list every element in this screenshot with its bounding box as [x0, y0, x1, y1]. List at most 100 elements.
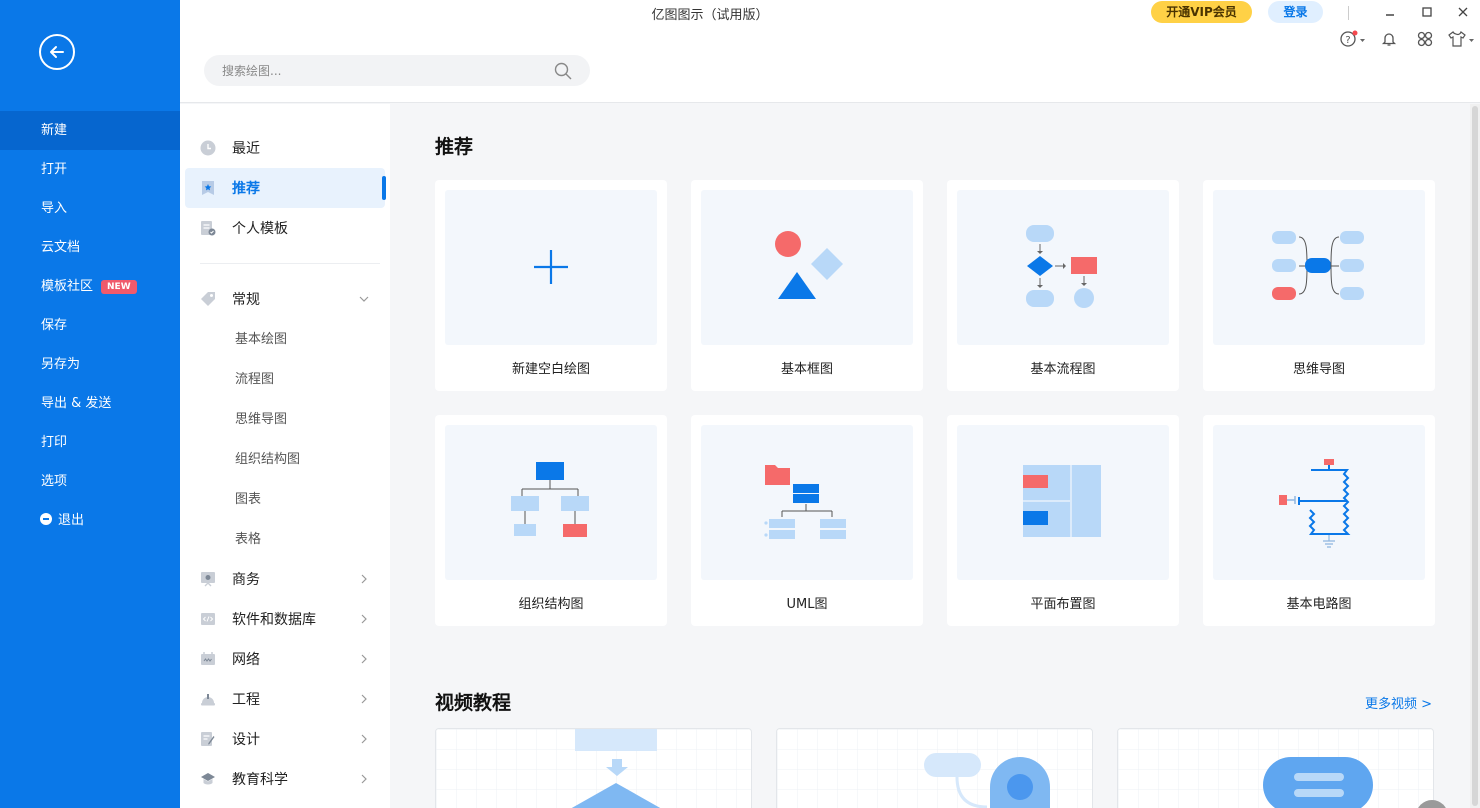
chevron-right-icon [359, 652, 369, 666]
uml-icon [701, 425, 913, 580]
subcategory-chart[interactable]: 图表 [235, 480, 261, 520]
video-thumbnail [1118, 729, 1434, 808]
menu-item-import[interactable]: 导入 [0, 189, 180, 228]
floor-plan-icon [957, 425, 1169, 580]
chevron-down-icon [359, 292, 369, 306]
template-card-org-chart[interactable]: 组织结构图 [435, 415, 667, 626]
tshirt-icon [1447, 30, 1475, 48]
video-card[interactable] [435, 728, 752, 808]
vip-button[interactable]: 开通VIP会员 [1151, 1, 1252, 23]
code-icon [200, 611, 216, 627]
category-design[interactable]: 设计 [185, 719, 385, 759]
scrollbar-thumb[interactable] [1472, 106, 1478, 806]
template-label: 组织结构图 [435, 593, 667, 612]
arrow-left-icon [47, 42, 67, 62]
subcategory-org-chart[interactable]: 组织结构图 [235, 440, 300, 480]
template-label: 新建空白绘图 [435, 358, 667, 377]
category-network[interactable]: 网络 [185, 639, 385, 679]
template-card-mindmap[interactable]: 思维导图 [1203, 180, 1435, 391]
category-education-science[interactable]: 教育科学 [185, 759, 385, 799]
main-content: 推荐 新建空白绘图 基本框图 基本流程图 [390, 104, 1470, 808]
business-icon [200, 571, 216, 587]
minimize-button[interactable] [1380, 2, 1400, 22]
menu-item-options[interactable]: 选项 [0, 462, 180, 501]
category-software-database[interactable]: 软件和数据库 [185, 599, 385, 639]
login-button[interactable]: 登录 [1268, 1, 1323, 23]
category-business[interactable]: 商务 [185, 559, 385, 599]
template-thumbnail [957, 425, 1169, 580]
template-thumbnail [445, 425, 657, 580]
notification-button[interactable] [1378, 29, 1400, 49]
video-thumbnail [436, 729, 752, 808]
more-videos-link[interactable]: 更多视频 > [1365, 693, 1432, 712]
plus-icon [445, 190, 657, 345]
category-personal-templates[interactable]: 个人模板 [185, 208, 385, 248]
tag-icon [200, 291, 216, 307]
category-recommended[interactable]: 推荐 [185, 168, 385, 208]
category-divider [200, 263, 380, 264]
flowchart-icon [957, 190, 1169, 345]
template-card-blank[interactable]: 新建空白绘图 [435, 180, 667, 391]
menu-item-cloud-docs[interactable]: 云文档 [0, 228, 180, 267]
circuit-icon [1213, 425, 1425, 580]
template-label: 思维导图 [1203, 358, 1435, 377]
menu-item-open[interactable]: 打开 [0, 150, 180, 189]
design-icon [200, 731, 216, 747]
personal-template-icon [200, 220, 216, 236]
graduation-cap-icon [200, 771, 216, 787]
menu-item-exit[interactable]: 退出 [0, 501, 180, 540]
bell-icon [1381, 31, 1397, 47]
template-label: 平面布置图 [947, 593, 1179, 612]
video-card[interactable] [1117, 728, 1434, 808]
category-recent[interactable]: 最近 [185, 128, 385, 168]
category-engineering[interactable]: 工程 [185, 679, 385, 719]
star-bookmark-icon [200, 180, 216, 196]
shapes-icon [701, 190, 913, 345]
left-sidebar: 新建 打开 导入 云文档 模板社区NEW 保存 另存为 导出 & 发送 打印 选… [0, 0, 180, 808]
template-label: 基本流程图 [947, 358, 1179, 377]
template-thumbnail [701, 425, 913, 580]
subcategory-table[interactable]: 表格 [235, 520, 261, 560]
search-input[interactable] [222, 55, 542, 86]
subcategory-mindmap[interactable]: 思维导图 [235, 400, 287, 440]
close-button[interactable] [1453, 2, 1473, 22]
chevron-right-icon [359, 772, 369, 786]
template-label: 基本框图 [691, 358, 923, 377]
category-general[interactable]: 常规 [185, 279, 385, 319]
file-menu: 新建 打开 导入 云文档 模板社区NEW 保存 另存为 导出 & 发送 打印 选… [0, 111, 180, 540]
new-badge: NEW [101, 280, 137, 294]
template-card-basic-block[interactable]: 基本框图 [691, 180, 923, 391]
help-button[interactable]: ? [1339, 29, 1369, 49]
template-card-floor-plan[interactable]: 平面布置图 [947, 415, 1179, 626]
skin-button[interactable] [1446, 29, 1476, 49]
maximize-button[interactable] [1417, 2, 1437, 22]
template-thumbnail [1213, 425, 1425, 580]
chevron-right-icon [359, 692, 369, 706]
menu-item-export-send[interactable]: 导出 & 发送 [0, 384, 180, 423]
template-thumbnail [445, 190, 657, 345]
exit-icon [40, 513, 52, 525]
menu-item-template-community[interactable]: 模板社区NEW [0, 267, 180, 306]
maximize-icon [1422, 7, 1432, 17]
help-icon: ? [1340, 30, 1368, 48]
video-card[interactable] [776, 728, 1093, 808]
org-chart-icon [445, 425, 657, 580]
recommended-title: 推荐 [435, 132, 473, 159]
search-icon[interactable] [554, 62, 572, 80]
menu-item-new[interactable]: 新建 [0, 111, 180, 150]
menu-item-print[interactable]: 打印 [0, 423, 180, 462]
template-card-uml[interactable]: UML图 [691, 415, 923, 626]
main-scrollbar[interactable] [1470, 104, 1480, 808]
mindmap-icon [1213, 190, 1425, 345]
menu-item-save-as[interactable]: 另存为 [0, 345, 180, 384]
subcategory-basic-drawing[interactable]: 基本绘图 [235, 320, 287, 360]
template-card-circuit[interactable]: 基本电路图 [1203, 415, 1435, 626]
clock-icon [200, 140, 216, 156]
subcategory-flowchart[interactable]: 流程图 [235, 360, 274, 400]
apps-button[interactable] [1414, 29, 1436, 49]
menu-item-save[interactable]: 保存 [0, 306, 180, 345]
active-indicator [382, 176, 386, 200]
back-button[interactable] [39, 34, 75, 70]
top-header: 亿图图示（试用版） 开通VIP会员 登录 ? [180, 0, 1480, 103]
template-card-flowchart[interactable]: 基本流程图 [947, 180, 1179, 391]
